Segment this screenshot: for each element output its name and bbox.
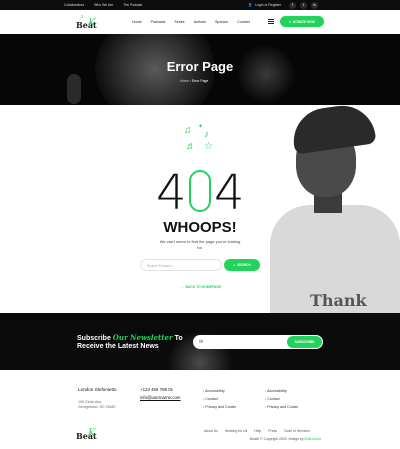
search-button-label: SEARCH [237,263,251,267]
donate-label: DONATE NOW [293,19,315,24]
footer-link-help[interactable]: Help [254,429,261,433]
error-code: 4 4 [156,165,246,221]
breadcrumb: Home / Error Page [180,79,208,83]
main-nav: Home Podcasts Series Authors Sponsor Con… [132,20,250,24]
newsletter-title-line1: Subscribe Our Newsletter To [77,333,183,342]
nav-podcasts[interactable]: Podcasts [151,20,166,24]
search-input[interactable]: Search Podcast... [140,259,222,271]
nav-series[interactable]: Series [174,20,184,24]
top-links: Collaborators Who We Are The Podcast [64,3,142,7]
breadcrumb-home[interactable]: Home [180,79,189,83]
login-label: Login or Register [255,3,282,7]
linkedin-icon[interactable]: in [311,1,318,9]
footer-link-press[interactable]: Press [268,429,277,433]
breadcrumb-current: Error Page [191,79,209,83]
subscribe-button[interactable]: SUBSCRIBE [287,336,322,348]
footer-city: London Stefonietto [78,387,117,392]
top-link-who-we-are[interactable]: Who We Are [94,3,113,7]
arrow-left-icon: ← [181,285,185,289]
footer-link-contact[interactable]: Contact [265,395,298,403]
newsletter-title-line2: Receive the Latest News [77,343,159,350]
copyright-brand[interactable]: Bolboridea [305,437,321,441]
page-hero: Error Page Home / Error Page [0,34,400,105]
footer-link-accessibility[interactable]: Accessibility [203,387,236,395]
footer-email[interactable]: info@username.com [140,395,181,400]
login-link[interactable]: 👤 Login or Register [248,3,281,7]
top-link-the-podcast[interactable]: The Podcast [123,3,142,7]
twitter-icon[interactable]: t [300,1,307,9]
search-button[interactable]: ⌕ SEARCH [224,259,260,271]
footer-address-line2: Georgetown, SC 29440 [78,405,116,409]
back-label: BACK TO HOMEPAGE [185,285,222,289]
star-icon: ☆ [204,141,213,152]
footer-link-privacy[interactable]: Privacy and Cookie [265,403,298,411]
newsletter-title-highlight: Our Newsletter [112,333,173,342]
footer-bottom-links: About Us Working for Us Help Press Code … [204,429,310,433]
footer-logo-mark: K [88,428,96,439]
newsletter-title-b: To [172,335,183,342]
social-links: f t in [289,1,318,9]
footer-address: 109 Circle Ave, Georgetown, SC 29440 [78,400,116,410]
footer-link-working[interactable]: Working for Us [225,429,247,433]
search-icon: ⌕ [233,263,236,267]
footer-link-accessibility[interactable]: Accessibility [265,387,298,395]
newsletter-title-a: Subscribe [77,335,113,342]
donate-button[interactable]: ♥ DONATE NOW [280,16,324,27]
footer-phone[interactable]: +123 456 789 01 [140,387,173,392]
music-note-icon: ♫ [184,125,192,136]
music-note-icon: ♪ [204,129,209,140]
top-bar: Collaborators Who We Are The Podcast 👤 L… [0,0,400,10]
footer-link-about[interactable]: About Us [204,429,218,433]
heart-icon: ♥ [289,19,291,24]
page-title: Error Page [166,59,234,74]
error-digit-right: 4 [214,165,245,221]
user-icon: 👤 [248,3,253,7]
footer-links-col2: Accessibility Contact Privacy and Cookie [265,387,298,411]
person-with-headphones-image: Thank [262,105,400,313]
logo-mark: K [88,18,96,29]
footer-link-privacy[interactable]: Privacy and Cookie [203,403,236,411]
error-message: We can't seem to find the page you're lo… [159,239,241,250]
facebook-icon[interactable]: f [289,1,296,9]
copyright: BeatK © Copyright 2020. Design by Bolbor… [250,437,321,441]
music-notes-graphic: ♫ ✦ ♪ ♬ ☆ [184,124,216,159]
site-logo[interactable]: ♫ Beat K [76,13,97,31]
mail-icon: ✉ [199,339,204,345]
menu-icon[interactable] [268,19,274,24]
nav-sponsor[interactable]: Sponsor [215,20,228,24]
person-cap [289,105,377,155]
site-header: ♫ Beat K Home Podcasts Series Authors Sp… [0,10,400,34]
back-to-homepage-link[interactable]: ← BACK TO HOMEPAGE [181,285,221,289]
error-heading: WHOOPS! [163,219,237,236]
footer-link-code[interactable]: Code of Services [284,429,310,433]
newsletter-section: Subscribe Our Newsletter To Receive the … [0,313,400,370]
hero-background-figure [236,44,296,104]
shirt-text: Thank [310,291,367,310]
footer-link-contact[interactable]: Contact [203,395,236,403]
music-note-icon: ♬ [186,141,196,152]
microphone-image [67,74,81,104]
error-digit-left: 4 [156,165,187,221]
nav-contact[interactable]: Contact [237,20,249,24]
copyright-text: BeatK © Copyright 2020. Design by [250,437,305,441]
footer-logo[interactable]: Beat K [76,424,100,442]
site-footer: London Stefonietto 109 Circle Ave, Georg… [0,370,400,449]
nav-authors[interactable]: Authors [194,20,206,24]
error-digit-zero [189,170,211,212]
star-icon: ✦ [198,124,204,130]
error-section: Thank ♫ ✦ ♪ ♬ ☆ 4 4 WHOOPS! We can't see… [0,105,400,313]
footer-links-col1: Accessibility Contact Privacy and Cookie [203,387,236,411]
nav-home[interactable]: Home [132,20,142,24]
top-link-collaborators[interactable]: Collaborators [64,3,84,7]
